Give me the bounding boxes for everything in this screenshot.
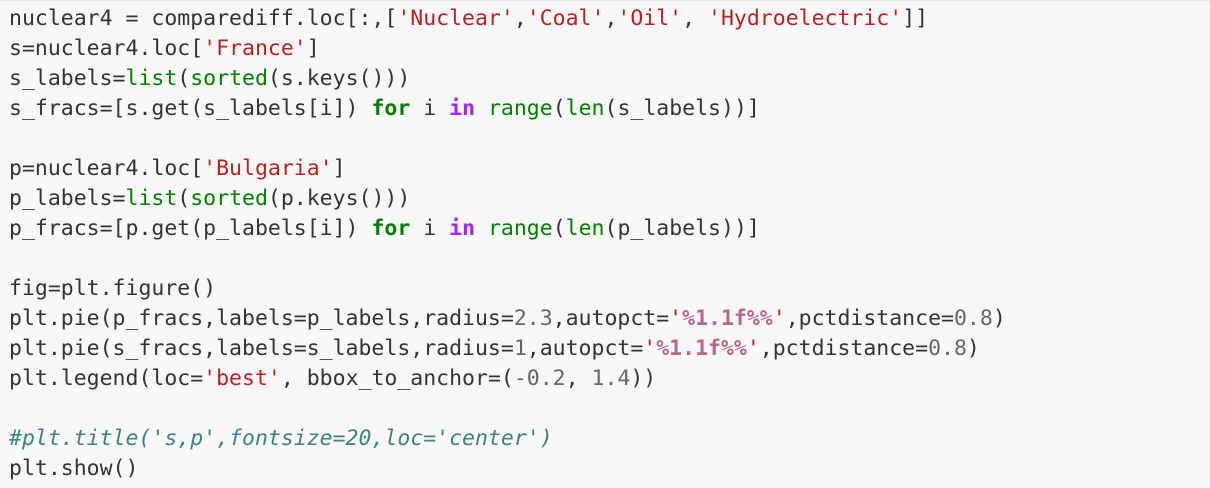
code-token: ' <box>669 306 683 331</box>
code-token: , <box>565 366 592 391</box>
code-token: ] <box>332 156 346 181</box>
code-editor[interactable]: nuclear4 = comparediff.loc[:,['Nuclear',… <box>9 4 1006 484</box>
code-token: i <box>410 96 450 121</box>
code-token: s_fracs=[s.get(s_labels[i]) <box>9 96 372 121</box>
code-line: p_labels=list(sorted(p.keys())) <box>9 184 1006 214</box>
code-token: p_fracs=[p.get(p_labels[i]) <box>9 216 372 241</box>
code-token: 2.3 <box>513 306 553 331</box>
code-token: i <box>410 216 450 241</box>
code-token: -0.2 <box>513 366 566 391</box>
code-token: in <box>449 216 476 241</box>
code-line: s_labels=list(sorted(s.keys())) <box>9 64 1006 94</box>
code-line: nuclear4 = comparediff.loc[:,['Nuclear',… <box>9 4 1006 34</box>
code-token: list <box>125 66 178 91</box>
code-token: ( <box>177 66 191 91</box>
code-token: ' <box>772 306 786 331</box>
code-token: plt.show() <box>9 456 139 481</box>
code-token: , <box>513 6 527 31</box>
code-token: , bbox_to_anchor=( <box>280 366 514 391</box>
code-token: ' <box>643 336 657 361</box>
code-token: ' <box>746 336 760 361</box>
code-cell[interactable]: nuclear4 = comparediff.loc[:,['Nuclear',… <box>0 0 1210 488</box>
code-token: 'France' <box>203 36 307 61</box>
code-token: 0.8 <box>928 336 967 361</box>
code-token: #plt.title('s,p',fontsize=20,loc='center… <box>9 426 553 451</box>
code-token: in <box>449 96 476 121</box>
code-token: ] <box>306 36 320 61</box>
code-token: , <box>682 6 709 31</box>
code-token: len <box>565 96 605 121</box>
code-token: p_labels= <box>9 186 126 211</box>
code-token: 'Coal' <box>526 6 605 31</box>
code-token: fig=plt.figure() <box>9 276 217 301</box>
code-token: %1.1f%% <box>682 306 773 331</box>
code-token: %1.1f%% <box>656 336 747 361</box>
code-line: plt.legend(loc='best', bbox_to_anchor=(-… <box>9 364 1006 394</box>
code-token: sorted <box>190 66 268 91</box>
code-token: , <box>604 6 618 31</box>
code-token: 'best' <box>203 366 281 391</box>
code-line: p_fracs=[p.get(p_labels[i]) for i in ran… <box>9 214 1006 244</box>
code-token: range <box>487 96 553 121</box>
code-token: (p.keys())) <box>267 186 411 211</box>
code-token: 'Bulgaria' <box>203 156 333 181</box>
code-token: plt.pie(s_fracs,labels=s_labels,radius= <box>9 336 514 361</box>
code-line: s=nuclear4.loc['France'] <box>9 34 1006 64</box>
code-token: )) <box>630 366 657 391</box>
code-token: list <box>125 186 178 211</box>
code-token: ( <box>177 186 191 211</box>
code-token: (p_labels))] <box>604 216 760 241</box>
code-token: (s.keys())) <box>267 66 411 91</box>
code-line: s_fracs=[s.get(s_labels[i]) for i in ran… <box>9 94 1006 124</box>
code-line: plt.show() <box>9 454 1006 484</box>
code-token: ,autopct= <box>552 306 670 331</box>
code-line: fig=plt.figure() <box>9 274 1006 304</box>
code-token: ) <box>992 306 1006 331</box>
code-token: 'Hydroelectric' <box>708 6 903 31</box>
code-token: 'Nuclear' <box>397 6 514 31</box>
code-line: p=nuclear4.loc['Bulgaria'] <box>9 154 1006 184</box>
code-token: 'Oil' <box>617 6 683 31</box>
code-token: ( <box>552 96 566 121</box>
code-token: ) <box>966 336 980 361</box>
code-token: nuclear4 = comparediff.loc[:,[ <box>9 6 398 31</box>
code-token: range <box>487 216 553 241</box>
code-token: ]] <box>902 6 929 31</box>
code-token: sorted <box>190 186 268 211</box>
code-token: ,pctdistance= <box>785 306 954 331</box>
code-token: len <box>565 216 605 241</box>
code-token: 1.4 <box>591 366 631 391</box>
code-token: ,autopct= <box>526 336 644 361</box>
code-line: plt.pie(s_fracs,labels=s_labels,radius=1… <box>9 334 1006 364</box>
code-token: s=nuclear4.loc[ <box>9 36 204 61</box>
code-token: p=nuclear4.loc[ <box>9 156 204 181</box>
code-line: plt.pie(p_fracs,labels=p_labels,radius=2… <box>9 304 1006 334</box>
code-token: s_labels= <box>9 66 126 91</box>
code-token: plt.legend(loc= <box>9 366 204 391</box>
code-token: (s_labels))] <box>604 96 760 121</box>
code-token: 1 <box>513 336 527 361</box>
code-line: #plt.title('s,p',fontsize=20,loc='center… <box>9 424 1006 454</box>
code-token: 0.8 <box>953 306 993 331</box>
code-token: ( <box>552 216 566 241</box>
code-token: for <box>371 216 411 241</box>
code-token: for <box>371 96 411 121</box>
code-token: ,pctdistance= <box>759 336 929 361</box>
code-token: plt.pie(p_fracs,labels=p_labels,radius= <box>9 306 514 331</box>
